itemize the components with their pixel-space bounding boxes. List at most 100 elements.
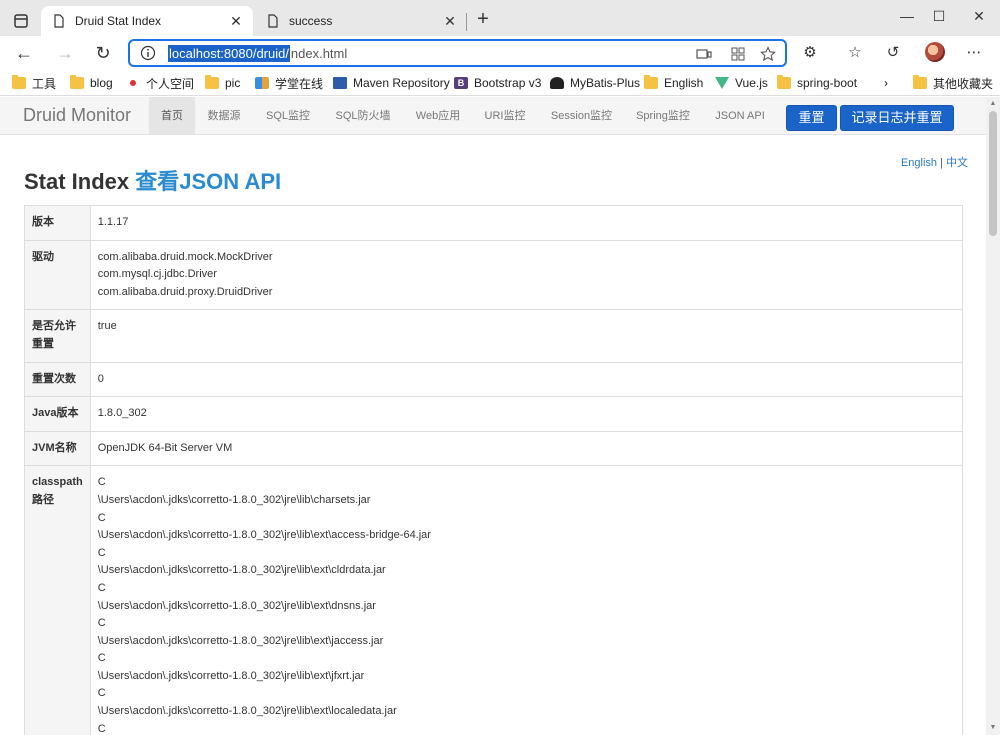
- nav-uri-monitor[interactable]: URI监控: [478, 97, 532, 135]
- value-line: C: [97, 581, 106, 594]
- mybatis-icon: [550, 77, 564, 89]
- info-icon[interactable]: [140, 45, 156, 61]
- nav-web-app[interactable]: Web应用: [408, 97, 468, 135]
- folder-icon: [644, 75, 658, 89]
- table-row: 驱动 com.alibaba.druid.mock.MockDriver com.m…: [24, 239, 963, 310]
- weibo-icon: [130, 80, 136, 86]
- add-favorite-icon[interactable]: [760, 46, 776, 62]
- value-line: C: [97, 617, 106, 630]
- row-key: 是否允许重置: [24, 309, 91, 363]
- nav-sql-monitor[interactable]: SQL监控: [258, 97, 318, 135]
- value-line: \Users\acdon\.jdks\corretto-1.8.0_302\jr…: [97, 529, 431, 542]
- forward-arrow-icon[interactable]: →: [53, 41, 77, 65]
- maven-icon: [333, 77, 347, 89]
- value-line: \Users\acdon\.jdks\corretto-1.8.0_302\jr…: [97, 634, 384, 647]
- value-line: C: [97, 652, 106, 665]
- address-bar[interactable]: localhost:8080/druid/ index.html: [128, 39, 787, 67]
- lang-chinese-link[interactable]: 中文: [946, 157, 968, 169]
- page-title-text: Stat Index: [24, 169, 130, 194]
- page-scrollbar[interactable]: ▲ ▼: [986, 97, 1000, 735]
- value-line: \Users\acdon\.jdks\corretto-1.8.0_302\jr…: [97, 599, 376, 612]
- value-line: 1.8.0_302: [97, 407, 147, 420]
- history-icon[interactable]: ↺: [883, 43, 903, 63]
- bookmark-tools[interactable]: 工具: [12, 75, 56, 91]
- bookmark-xuetang[interactable]: 学堂在线: [255, 75, 323, 91]
- url-selected-text: localhost:8080/druid/: [168, 45, 290, 62]
- row-key: JVM名称: [24, 430, 91, 466]
- bookmark-other-favorites[interactable]: 其他收藏夹: [913, 75, 993, 91]
- bookmark-maven[interactable]: Maven Repository: [333, 75, 450, 91]
- value-line: com.alibaba.druid.proxy.DruidDriver: [97, 285, 273, 298]
- bookmark-personal-space[interactable]: 个人空间: [130, 75, 194, 91]
- table-row: 版本 1.1.17: [24, 205, 963, 241]
- folder-icon: [913, 75, 927, 89]
- value-line: 0: [97, 372, 104, 385]
- folder-icon: [205, 75, 219, 89]
- apps-icon[interactable]: [730, 46, 746, 62]
- browser-toolbar: ← → ↻ localhost:8080/druid/ index.html ⚙…: [0, 36, 1000, 70]
- avatar[interactable]: [925, 42, 945, 62]
- bookmark-blog[interactable]: blog: [70, 75, 113, 91]
- tab-divider: [466, 13, 467, 31]
- row-value: 0: [90, 361, 963, 397]
- table-row: JVM名称 OpenJDK 64-Bit Server VM: [24, 430, 963, 466]
- back-arrow-icon[interactable]: ←: [12, 41, 36, 65]
- value-line: 1.1.17: [97, 216, 129, 228]
- bootstrap-icon: B: [454, 77, 468, 89]
- nav-json-api[interactable]: JSON API: [708, 97, 772, 135]
- row-value: 1.8.0_302: [90, 396, 963, 432]
- nav-sql-firewall[interactable]: SQL防火墙: [328, 97, 398, 135]
- tab-success[interactable]: success ✕: [255, 6, 467, 36]
- lang-english-link[interactable]: English: [901, 157, 937, 169]
- json-api-link[interactable]: 查看JSON API: [135, 169, 281, 194]
- bookmark-mybatis[interactable]: MyBatis-Plus: [550, 75, 640, 91]
- log-and-reset-button[interactable]: 记录日志并重置: [840, 105, 954, 131]
- value-line: true: [97, 320, 117, 333]
- favorites-icon[interactable]: ☆: [845, 43, 865, 63]
- close-window-icon[interactable]: ✕: [964, 8, 994, 28]
- row-value: com.alibaba.druid.mock.MockDriver com.mys…: [90, 239, 963, 310]
- value-line: C: [97, 511, 106, 524]
- new-tab-icon[interactable]: +: [473, 9, 493, 29]
- table-row: Java版本 1.8.0_302: [24, 396, 963, 432]
- read-aloud-icon[interactable]: [696, 46, 712, 62]
- nav-datasource[interactable]: 数据源: [201, 97, 247, 135]
- chevron-right-icon[interactable]: ›: [884, 75, 888, 91]
- brand[interactable]: Druid Monitor: [23, 105, 131, 126]
- tab-druid-stat-index[interactable]: Druid Stat Index ✕: [41, 6, 253, 36]
- tab-actions-icon[interactable]: [10, 10, 32, 32]
- bookmark-pic[interactable]: pic: [205, 75, 240, 91]
- table-row: 是否允许重置 true: [24, 309, 963, 363]
- folder-icon: [777, 75, 791, 89]
- nav-spring-monitor[interactable]: Spring监控: [628, 97, 698, 135]
- close-icon[interactable]: ✕: [439, 13, 461, 30]
- row-value: 1.1.17: [90, 205, 963, 241]
- scroll-down-arrow-icon[interactable]: ▼: [989, 724, 997, 732]
- bookmark-english[interactable]: English: [644, 75, 703, 91]
- minimize-icon[interactable]: —: [892, 8, 922, 28]
- row-key: 版本: [24, 205, 91, 241]
- refresh-icon[interactable]: ↻: [91, 41, 115, 65]
- value-line: \Users\acdon\.jdks\corretto-1.8.0_302\jr…: [97, 493, 371, 506]
- scroll-thumb[interactable]: [989, 111, 997, 236]
- row-key: Java版本: [24, 396, 91, 432]
- bookmark-vue[interactable]: Vue.js: [715, 75, 768, 91]
- value-line: C: [97, 476, 106, 489]
- row-value: true: [90, 309, 963, 363]
- scroll-up-arrow-icon[interactable]: ▲: [989, 100, 997, 108]
- more-options-icon[interactable]: ⋯: [964, 43, 984, 63]
- close-icon[interactable]: ✕: [225, 13, 247, 30]
- nav-home[interactable]: 首页: [149, 97, 195, 135]
- bookmark-bootstrap[interactable]: B Bootstrap v3: [454, 75, 541, 91]
- bookmark-spring-boot[interactable]: spring-boot: [777, 75, 857, 91]
- extensions-icon[interactable]: ⚙: [800, 43, 820, 63]
- maximize-icon[interactable]: ☐: [924, 8, 954, 28]
- page-title: Stat Index 查看JSON API: [24, 164, 281, 196]
- vue-icon: [715, 77, 729, 89]
- nav-session-monitor[interactable]: Session监控: [544, 97, 619, 135]
- lang-separator: |: [940, 157, 943, 169]
- reset-button[interactable]: 重置: [786, 105, 837, 131]
- value-line: C: [97, 546, 106, 559]
- value-line: com.alibaba.druid.mock.MockDriver: [97, 250, 273, 263]
- row-value: C \Users\acdon\.jdks\corretto-1.8.0_302\j…: [90, 465, 963, 735]
